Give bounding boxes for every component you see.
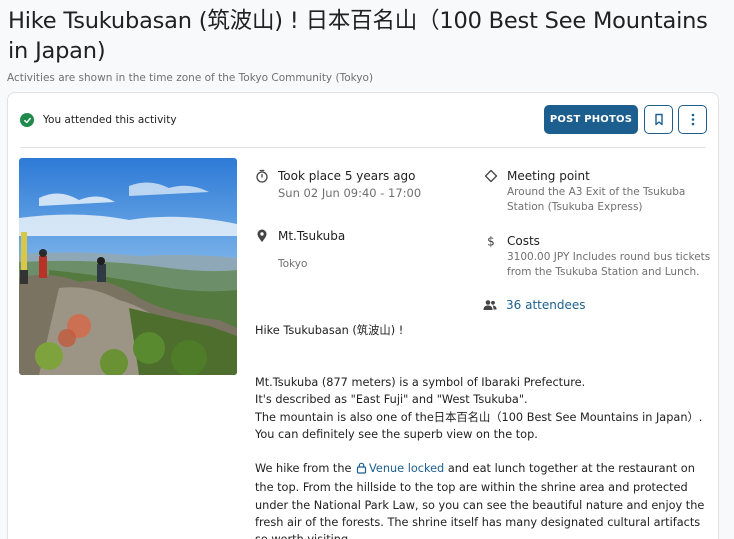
page-title: Hike Tsukubasan (筑波山) ! 日本百名山（100 Best S…: [8, 8, 708, 64]
dollar-icon: $: [487, 235, 495, 249]
lock-icon: [356, 462, 367, 479]
timezone-note: Activities are shown in the time zone of…: [7, 72, 374, 84]
description-paragraph-2: We hike from the Venue locked and eat lu…: [255, 460, 715, 539]
location-info: Mt.Tsukuba Tokyo: [255, 229, 475, 277]
description-paragraph-1: Mt.Tsukuba (877 meters) is a symbol of I…: [255, 374, 715, 443]
time-sub: Sun 02 Jun 09:40 - 17:00: [278, 186, 422, 200]
time-title: Took place 5 years ago: [278, 169, 416, 183]
stopwatch-icon: [256, 169, 268, 183]
meeting-point-icon: [484, 169, 498, 183]
location-title[interactable]: Mt.Tsukuba: [278, 229, 345, 243]
post-photos-button[interactable]: POST PHOTOS: [544, 105, 638, 134]
description-line: It's described as "East Fuji" and "West …: [255, 393, 528, 407]
costs-detail: 3100.00 JPY Includes round bus tickets f…: [507, 251, 711, 278]
bookmark-button[interactable]: [644, 105, 673, 134]
meeting-point-detail: Around the A3 Exit of the Tsukuba Statio…: [507, 186, 686, 213]
description-intro: Hike Tsukubasan (筑波山) !: [255, 324, 404, 337]
activity-card: You attended this activity POST PHOTOS T…: [7, 92, 719, 539]
attended-status: You attended this activity: [20, 109, 177, 131]
bookmark-icon: [654, 113, 663, 126]
people-icon: [483, 300, 497, 310]
map-pin-icon: [257, 229, 267, 242]
attended-text: You attended this activity: [43, 114, 177, 126]
costs-info: $ Costs 3100.00 JPY Includes round bus t…: [484, 234, 714, 284]
description-line: Mt.Tsukuba (877 meters) is a symbol of I…: [255, 376, 586, 389]
time-info: Took place 5 years ago Sun 02 Jun 09:40 …: [255, 169, 475, 205]
venue-locked-link[interactable]: Venue locked: [369, 462, 444, 475]
svg-text:$: $: [487, 235, 495, 249]
more-vertical-icon: [691, 113, 694, 126]
costs-title: Costs: [507, 234, 540, 248]
more-options-button[interactable]: [678, 105, 707, 134]
description-line: The mountain is also one of the日本百名山（100…: [255, 410, 703, 441]
activity-photo[interactable]: [19, 158, 237, 375]
divider: [20, 147, 706, 148]
meeting-point-title: Meeting point: [507, 169, 590, 183]
meeting-point-info: Meeting point Around the A3 Exit of the …: [484, 169, 714, 219]
attendees-link[interactable]: 36 attendees: [506, 298, 585, 312]
location-sub: Tokyo: [278, 258, 308, 270]
check-circle-icon: [20, 113, 34, 127]
description-text: We hike from the: [255, 462, 352, 475]
